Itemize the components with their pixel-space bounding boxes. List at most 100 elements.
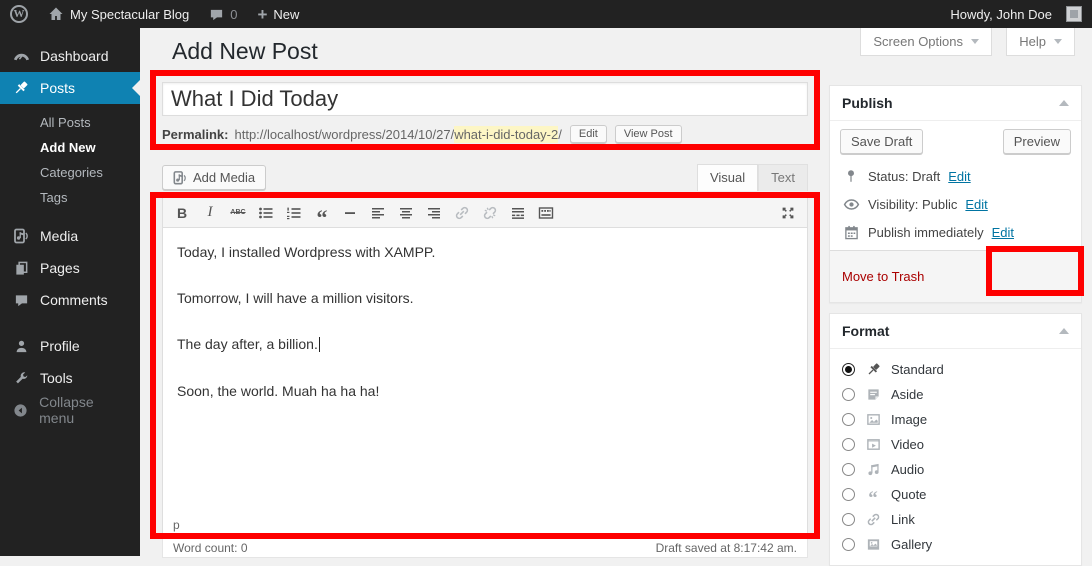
radio-button[interactable] [842,488,855,501]
wordpress-menu[interactable]: W [0,0,38,28]
tab-text[interactable]: Text [758,164,808,191]
format-box-header[interactable]: Format [830,314,1081,349]
screen-options-tab[interactable]: Screen Options [860,28,992,56]
sidebar-item-label: Profile [40,338,80,354]
toolbar-toggle-icon [538,205,554,221]
align-center-button[interactable] [393,201,419,225]
bold-button[interactable]: B [169,201,195,225]
align-right-icon [426,205,442,221]
wordpress-logo-icon: W [10,5,28,23]
radio-button[interactable] [842,388,855,401]
post-title-input[interactable] [162,82,808,116]
align-left-button[interactable] [365,201,391,225]
edit-status-link[interactable]: Edit [948,169,970,184]
format-option-link[interactable]: Link [842,507,1069,532]
sidebar-item-media[interactable]: Media [0,220,140,252]
horizontal-rule-button[interactable] [337,201,363,225]
italic-button[interactable]: I [197,201,223,225]
format-option-video[interactable]: Video [842,432,1069,457]
sidebar-item-add-new[interactable]: Add New [0,135,140,160]
sidebar-item-dashboard[interactable]: Dashboard [0,40,140,72]
visibility-text: Visibility: Public [868,197,957,212]
plus-icon: + [257,6,267,23]
sidebar-item-tools[interactable]: Tools [0,362,140,394]
editor-content[interactable]: Today, I installed Wordpress with XAMPP.… [163,228,807,516]
strikethrough-button[interactable]: ABC [225,201,251,225]
link-button[interactable] [449,201,475,225]
tab-visual[interactable]: Visual [697,164,758,191]
sidebar-item-profile[interactable]: Profile [0,330,140,362]
edit-schedule-link[interactable]: Edit [992,225,1014,240]
add-media-button[interactable]: Add Media [162,165,266,190]
format-option-quote[interactable]: “ Quote [842,482,1069,507]
move-to-trash-link[interactable]: Move to Trash [842,269,924,284]
sidebar-item-label: Collapse menu [39,394,128,426]
admin-sidebar: Dashboard Posts All Posts Add New Catego… [0,28,140,556]
fullscreen-button[interactable] [775,201,801,225]
numbered-list-button[interactable] [281,201,307,225]
editor-paragraph: Today, I installed Wordpress with XAMPP. [177,243,793,261]
user-avatar [1066,6,1082,22]
admin-bar: W My Spectacular Blog 0 + New Howdy, Joh… [0,0,1092,28]
comments-shortcut[interactable]: 0 [199,0,247,28]
format-options-list: Standard Aside Image [830,349,1081,565]
collapse-toggle-icon[interactable] [1059,328,1069,334]
format-option-audio[interactable]: Audio [842,457,1069,482]
sidebar-column: Publish Save Draft Preview Status: Draft… [829,85,1082,566]
radio-button[interactable] [842,413,855,426]
unlink-button[interactable] [477,201,503,225]
radio-button[interactable] [842,438,855,451]
sidebar-item-posts[interactable]: Posts [0,72,140,104]
audio-icon [864,462,882,477]
more-tag-icon [510,205,526,221]
editor-element-path[interactable]: p [163,516,807,533]
radio-button[interactable] [842,463,855,476]
view-post-button[interactable]: View Post [615,125,682,143]
sidebar-item-collapse-menu[interactable]: Collapse menu [0,394,140,426]
autosave-message: Draft saved at 8:17:42 am. [656,541,797,555]
screen-options-label: Screen Options [873,34,963,49]
sidebar-item-label: Dashboard [40,48,109,64]
align-right-button[interactable] [421,201,447,225]
format-option-standard[interactable]: Standard [842,357,1069,382]
permalink-trailing-slash: / [558,127,562,142]
toolbar-toggle-button[interactable] [533,201,559,225]
format-option-image[interactable]: Image [842,407,1069,432]
post-status-info-bar: Word count: 0 Draft saved at 8:17:42 am. [162,538,808,558]
status-pin-icon [842,169,860,183]
quote-icon: “ [864,487,882,502]
media-buttons-row: Add Media Visual Text [162,160,808,190]
editor-paragraph: The day after, a billion. [177,335,793,353]
calendar-icon [842,225,860,240]
account-menu[interactable]: Howdy, John Doe [940,0,1082,28]
strikethrough-icon: ABC [230,209,245,216]
publish-box-header[interactable]: Publish [830,86,1081,121]
sidebar-item-all-posts[interactable]: All Posts [0,110,140,135]
format-option-gallery[interactable]: Gallery [842,532,1069,557]
permalink-label: Permalink: [162,127,228,142]
sidebar-item-pages[interactable]: Pages [0,252,140,284]
blockquote-button[interactable]: “ [309,201,335,225]
radio-button[interactable] [842,513,855,526]
edit-permalink-button[interactable]: Edit [570,125,607,143]
format-option-aside[interactable]: Aside [842,382,1069,407]
collapse-arrow-icon [12,403,29,418]
sidebar-item-comments[interactable]: Comments [0,284,140,316]
radio-button[interactable] [842,538,855,551]
more-tag-button[interactable] [505,201,531,225]
save-draft-button[interactable]: Save Draft [840,129,923,154]
collapse-toggle-icon[interactable] [1059,100,1069,106]
new-content-menu[interactable]: + New [247,0,309,28]
bulleted-list-button[interactable] [253,201,279,225]
status-row: Status: Draft Edit [840,162,1071,190]
help-tab[interactable]: Help [1006,28,1075,56]
edit-visibility-link[interactable]: Edit [965,197,987,212]
site-name-link[interactable]: My Spectacular Blog [38,0,199,28]
sidebar-item-categories[interactable]: Categories [0,160,140,185]
align-left-icon [370,205,386,221]
radio-button[interactable] [842,363,855,376]
sidebar-item-tags[interactable]: Tags [0,185,140,210]
editor-mode-tabs: Visual Text [697,164,808,191]
format-box: Format Standard Aside [829,313,1082,566]
preview-button[interactable]: Preview [1003,129,1071,154]
